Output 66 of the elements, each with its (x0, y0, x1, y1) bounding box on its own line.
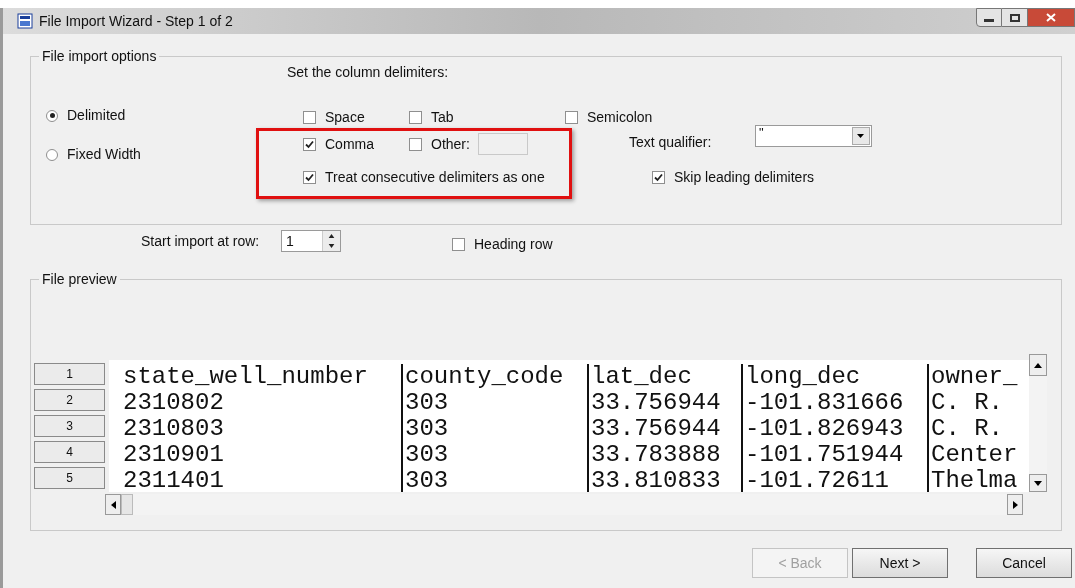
preview-cell-text: 2310802 (122, 390, 225, 416)
checkbox[interactable] (303, 170, 316, 184)
preview-cell-text: 2311401 (122, 468, 225, 492)
text-qualifier-label: Text qualifier: (628, 132, 713, 152)
checkbox[interactable] (409, 110, 422, 124)
close-button[interactable] (1028, 8, 1075, 27)
checkbox-label: Space (325, 107, 365, 127)
app-icon (17, 13, 33, 29)
radio-label: Delimited (67, 106, 126, 125)
preview-cell: -101.751944 (741, 442, 927, 468)
preview-cell-text: 2310901 (122, 442, 225, 468)
preview-cell: -101.831666 (741, 390, 927, 416)
minimize-button[interactable] (976, 8, 1002, 27)
checkbox-label: Comma (325, 134, 374, 154)
checkbox-label: Skip leading delimiters (674, 167, 815, 187)
preview-cell: 303 (401, 442, 587, 468)
scroll-down-icon (1034, 480, 1042, 486)
row-number-button[interactable]: 2 (34, 389, 105, 411)
checkbox-label: Semicolon (587, 107, 653, 127)
row-number-button[interactable]: 4 (34, 441, 105, 463)
preview-cell: 33.756944 (587, 416, 741, 442)
checkbox[interactable] (409, 137, 422, 151)
radio-button[interactable] (46, 109, 58, 122)
group-title: File import options (41, 47, 158, 66)
preview-cell: 303 (401, 416, 587, 442)
checkbox-label: Other: (431, 134, 470, 154)
start-row-spinbox[interactable]: 1 (281, 230, 341, 252)
text-qualifier-dropdown[interactable]: " (754, 125, 872, 147)
preview-cell: 33.756944 (587, 390, 741, 416)
preview-cell: county_code (401, 364, 587, 390)
checkbox[interactable] (303, 137, 316, 151)
other-field[interactable] (477, 133, 528, 155)
wizard-button[interactable]: Cancel (976, 548, 1072, 578)
preview-cell-text: 2310803 (122, 416, 225, 442)
horizontal-scrollbar[interactable] (105, 494, 1023, 515)
scroll-up-icon (1034, 362, 1042, 368)
preview-cell: long_dec (741, 364, 927, 390)
scroll-right-icon (1012, 500, 1018, 509)
checkbox[interactable] (452, 237, 465, 251)
radio-button[interactable] (46, 148, 58, 161)
preview-cell: 303 (401, 390, 587, 416)
window-title: File Import Wizard - Step 1 of 2 (39, 11, 233, 31)
scroll-thumb[interactable] (121, 494, 133, 515)
row-number-button[interactable]: 5 (34, 467, 105, 489)
radio-label: Fixed Width (67, 145, 141, 164)
checkbox-label: Tab (431, 107, 454, 127)
close-icon (1046, 13, 1056, 22)
preview-cell: 33.783888 (587, 442, 741, 468)
dropdown-arrow-icon (857, 134, 865, 138)
group-title: File preview (41, 270, 118, 289)
maximize-button[interactable] (1002, 8, 1028, 27)
start-row-label: Start import at row: (141, 231, 261, 251)
checkbox[interactable] (652, 170, 665, 184)
checkbox-label: Treat consecutive delimiters as one (325, 167, 545, 187)
scroll-left-icon (110, 500, 116, 509)
row-number-button[interactable]: 3 (34, 415, 105, 437)
delimiters-label: Set the column delimiters: (287, 63, 450, 82)
vertical-scrollbar[interactable] (1029, 354, 1047, 492)
preview-cell-text: state_well_number (122, 364, 369, 390)
checkbox-label: Heading row (474, 234, 553, 254)
preview-cell: -101.826943 (741, 416, 927, 442)
preview-cell: lat_dec (587, 364, 741, 390)
checkbox[interactable] (303, 110, 316, 124)
checkbox[interactable] (565, 110, 578, 124)
row-number-button[interactable]: 1 (34, 363, 105, 385)
wizard-button[interactable]: Next > (852, 548, 948, 578)
